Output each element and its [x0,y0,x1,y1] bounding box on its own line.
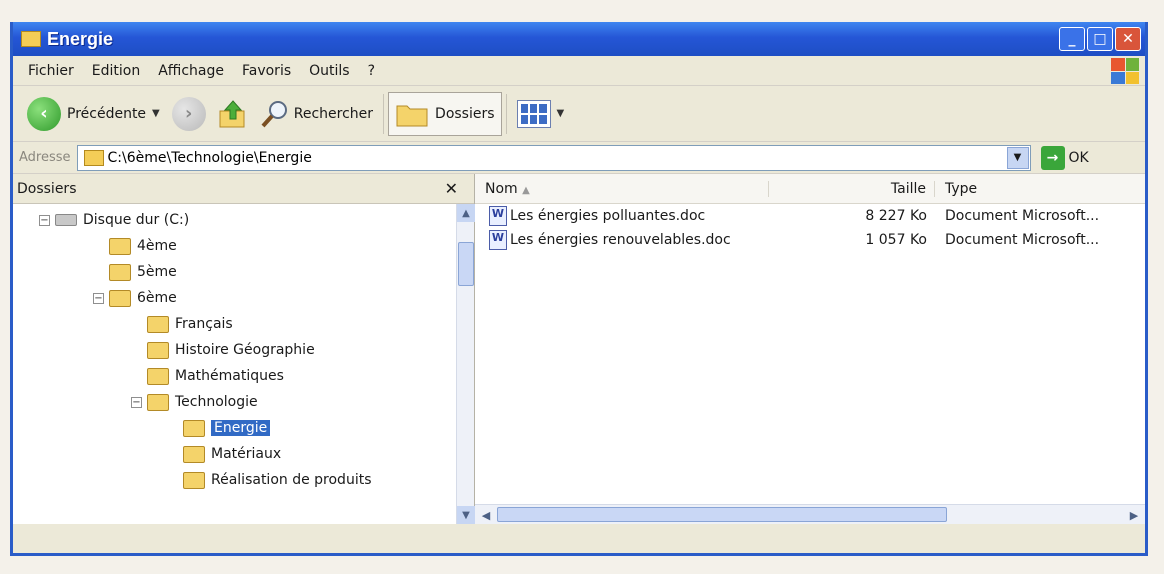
content-area: Dossiers ✕ − Disque dur (C:) 4ème 5ème − [13,174,1145,524]
views-button[interactable]: ▼ [511,92,571,136]
scrollbar-thumb[interactable] [458,242,474,286]
column-type[interactable]: Type [935,181,1135,197]
forward-arrow-icon: › [171,96,206,131]
forward-button[interactable]: › [166,92,212,136]
file-list-scrollbar[interactable]: ◀ ▶ [475,504,1145,524]
collapse-icon[interactable]: − [131,397,142,408]
address-input[interactable] [107,149,988,166]
menu-affichage[interactable]: Affichage [149,63,233,79]
folders-icon [396,105,428,126]
back-label: Précédente [67,105,147,122]
folder-icon [109,237,131,255]
close-icon[interactable]: ✕ [445,179,458,198]
up-folder-icon [219,99,245,127]
chevron-down-icon[interactable]: ▼ [152,108,160,119]
go-button[interactable]: → OK [1040,145,1089,170]
file-type: Document Microsoft... [945,208,1100,224]
tree-item-materiaux[interactable]: Matériaux [183,442,281,466]
tree-item-technologie[interactable]: Technologie [147,390,258,414]
go-label: OK [1068,149,1089,166]
maximize-button[interactable]: □ [1087,27,1113,51]
folder-icon [147,341,169,359]
tree-item-mathematiques[interactable]: Mathématiques [147,364,284,388]
window-title: Energie [47,28,114,49]
menu-bar: Fichier Edition Affichage Favoris Outils… [13,56,1145,86]
search-label: Rechercher [293,105,374,122]
folder-icon [147,393,169,411]
scrollbar-thumb[interactable] [497,507,947,522]
search-icon [261,100,287,127]
folder-icon [109,263,131,281]
back-button[interactable]: ‹ Précédente ▼ [21,92,166,136]
close-button[interactable]: ✕ [1115,27,1141,51]
menu-edition[interactable]: Edition [83,63,149,79]
scroll-up-icon[interactable]: ▲ [457,204,475,222]
folder-pane-scrollbar[interactable]: ▲ ▼ [456,204,475,524]
minimize-button[interactable]: _ [1059,27,1085,51]
address-label: Adresse [19,150,71,165]
folder-icon [183,419,205,437]
chevron-down-icon[interactable]: ▼ [1006,146,1029,169]
file-name: Les énergies renouvelables.doc [510,232,731,248]
file-name: Les énergies polluantes.doc [510,208,706,224]
folder-pane-header: Dossiers ✕ [13,174,474,204]
tree-item-energie[interactable]: Energie [183,416,271,440]
up-folder-button[interactable] [212,92,254,136]
tree-item-5eme[interactable]: 5ème [109,260,177,284]
toolbar-separator [383,93,385,134]
word-document-icon: W [489,230,507,250]
file-list: Nom ▲ Taille Type W Les énergies polluant… [475,174,1145,524]
sort-ascending-icon: ▲ [522,184,530,196]
search-button[interactable]: Rechercher [254,92,379,136]
menu-fichier[interactable]: Fichier [19,63,83,79]
folders-label: Dossiers [435,105,495,122]
folder-icon [109,289,131,307]
scroll-right-icon[interactable]: ▶ [1125,506,1143,524]
tree-item-francais[interactable]: Français [147,312,233,336]
file-size: 1 057 Ko [865,232,927,248]
folder-pane-title: Dossiers [17,180,77,197]
back-arrow-icon: ‹ [27,96,61,131]
folder-pane: Dossiers ✕ − Disque dur (C:) 4ème 5ème − [13,174,475,524]
file-row[interactable]: W Les énergies renouvelables.doc 1 057 Ko… [475,228,1145,252]
windows-logo-icon [1111,58,1139,84]
title-bar[interactable]: Energie _ □ ✕ [13,22,1145,56]
tree-item-4eme[interactable]: 4ème [109,234,177,258]
tree-item-realisation-de-produits[interactable]: Réalisation de produits [183,468,372,492]
chevron-down-icon[interactable]: ▼ [557,108,565,119]
menu-outils[interactable]: Outils [300,63,358,79]
tree-item-disque-dur[interactable]: Disque dur (C:) [55,208,189,232]
column-name[interactable]: Nom ▲ [475,180,769,197]
drive-icon [55,214,77,226]
file-type: Document Microsoft... [945,232,1100,248]
collapse-icon[interactable]: − [93,293,104,304]
file-list-header: Nom ▲ Taille Type [475,174,1145,204]
views-icon [516,99,551,128]
folder-tree: − Disque dur (C:) 4ème 5ème − 6ème Franç… [13,204,474,524]
tree-item-6eme[interactable]: 6ème [109,286,177,310]
address-field[interactable]: ▼ [76,144,1031,171]
column-size[interactable]: Taille [769,180,935,197]
tree-item-histoire-geographie[interactable]: Histoire Géographie [147,338,315,362]
folder-icon [147,315,169,333]
toolbar: ‹ Précédente ▼ › Rechercher Dossiers ▼ [13,86,1145,142]
collapse-icon[interactable]: − [39,215,50,226]
scroll-left-icon[interactable]: ◀ [477,506,495,524]
explorer-window: Energie _ □ ✕ Fichier Edition Affichage … [10,22,1148,556]
folder-icon [183,471,205,489]
word-document-icon: W [489,206,507,226]
folders-button[interactable]: Dossiers [388,91,502,136]
toolbar-separator [505,93,507,134]
address-bar: Adresse ▼ → OK [13,142,1145,174]
folder-icon [147,367,169,385]
folder-icon [21,31,41,47]
scroll-down-icon[interactable]: ▼ [457,506,475,524]
menu-help[interactable]: ? [359,63,384,79]
folder-icon [83,149,104,166]
file-row[interactable]: W Les énergies polluantes.doc 8 227 Ko Do… [475,204,1145,228]
go-arrow-icon: → [1040,145,1065,170]
folder-icon [183,445,205,463]
menu-favoris[interactable]: Favoris [233,63,300,79]
file-size: 8 227 Ko [865,208,927,224]
